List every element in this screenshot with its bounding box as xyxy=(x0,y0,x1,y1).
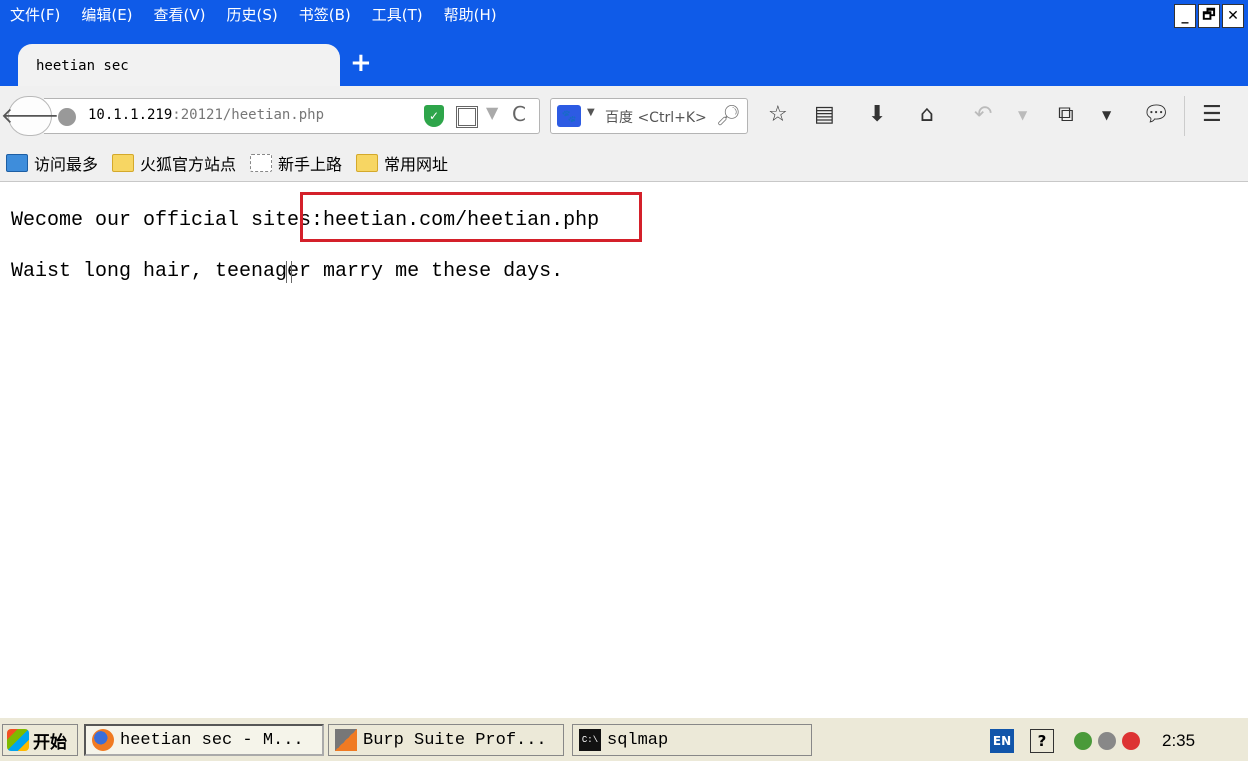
page-content: Wecome our official sites:heetian.com/he… xyxy=(0,183,1248,716)
bookmark-most-visited[interactable]: 访问最多 xyxy=(6,151,98,175)
security-icon[interactable] xyxy=(1098,732,1116,750)
search-engine-dropdown-icon[interactable]: ▼ xyxy=(587,107,595,118)
most-visited-icon xyxy=(6,153,28,172)
restore-button[interactable]: 🗗 xyxy=(1198,4,1220,28)
shield-icon[interactable]: ✓ xyxy=(424,105,444,127)
taskbar-item-sqlmap[interactable]: C:\ sqlmap xyxy=(572,724,812,756)
windows-logo-icon xyxy=(7,729,29,751)
annotation-highlight-box xyxy=(300,192,642,242)
undo-icon[interactable]: ↶ xyxy=(974,100,992,130)
firefox-icon xyxy=(92,729,114,751)
clock: 2:35 xyxy=(1162,731,1196,750)
search-bar[interactable]: 🐾 ▼ 百度 <Ctrl+K> 🔎︎ xyxy=(550,98,748,134)
folder-icon xyxy=(112,153,135,172)
url-bar[interactable]: 10.1.1.219:20121/heetian.php ✓ ▼ C xyxy=(44,98,540,134)
search-engine-name: 百度 xyxy=(605,110,633,126)
language-indicator[interactable]: EN xyxy=(990,729,1014,753)
shield-alert-icon[interactable] xyxy=(1122,732,1140,750)
system-tray: EN ? 2:35 xyxy=(986,724,1248,758)
baidu-paw-icon[interactable]: 🐾 xyxy=(557,105,581,127)
bookmark-label: 访问最多 xyxy=(34,154,99,174)
url-host: 10.1.1.219 xyxy=(88,107,173,123)
help-icon[interactable]: ? xyxy=(1030,729,1054,753)
taskbar-item-firefox[interactable]: heetian sec - M... xyxy=(84,724,324,756)
window-controls: _ 🗗 ✕ xyxy=(1174,4,1244,28)
bookmark-label: 火狐官方站点 xyxy=(140,154,237,174)
toolbar-divider xyxy=(1184,96,1185,136)
start-button[interactable]: 开始 xyxy=(2,724,78,756)
burp-icon xyxy=(335,729,357,751)
new-tab-button[interactable]: + xyxy=(350,50,372,76)
taskbar-item-burp[interactable]: Burp Suite Prof... xyxy=(328,724,564,756)
cmd-icon: C:\ xyxy=(579,729,601,751)
text-cursor-icon xyxy=(286,261,292,283)
downloads-icon[interactable]: ⬇ xyxy=(868,100,886,130)
url-path: :20121/heetian.php xyxy=(172,107,325,123)
bookmark-getting-started[interactable]: 新手上路 xyxy=(250,151,342,175)
network-icon[interactable] xyxy=(1074,732,1092,750)
chat-icon[interactable]: 💬︎ xyxy=(1142,100,1170,130)
start-label: 开始 xyxy=(33,732,67,753)
crop-dropdown-icon[interactable]: ▼ xyxy=(1102,100,1111,130)
menu-bookmarks[interactable]: 书签(B) xyxy=(299,4,351,25)
menu-file[interactable]: 文件(F) xyxy=(10,4,60,25)
search-shortcut-hint: <Ctrl+K> xyxy=(637,110,707,126)
screenshot-crop-icon[interactable]: ⧉ xyxy=(1058,100,1074,130)
menu-view[interactable]: 查看(V) xyxy=(154,4,206,25)
search-placeholder: 百度 <Ctrl+K> xyxy=(605,107,707,127)
bookmark-star-icon[interactable]: ☆ xyxy=(768,100,788,130)
menu-help[interactable]: 帮助(H) xyxy=(444,4,497,25)
page-icon xyxy=(250,153,273,172)
tab-heetian-sec[interactable]: heetian sec xyxy=(18,44,340,86)
folder-icon xyxy=(356,153,379,172)
browser-titlebar: 文件(F) 编辑(E) 查看(V) 历史(S) 书签(B) 工具(T) 帮助(H… xyxy=(0,0,1248,86)
reload-icon[interactable]: C xyxy=(512,102,526,126)
bookmark-common-sites[interactable]: 常用网址 xyxy=(356,151,448,175)
task-label: Burp Suite Prof... xyxy=(363,730,547,750)
url-text[interactable]: 10.1.1.219:20121/heetian.php xyxy=(88,107,324,123)
menu-history[interactable]: 历史(S) xyxy=(227,4,278,25)
bookmarks-bar: 访问最多 火狐官方站点 新手上路 常用网址 xyxy=(0,144,1248,182)
undo-dropdown-icon[interactable]: ▼ xyxy=(1018,100,1027,130)
bookmark-label: 新手上路 xyxy=(278,154,343,174)
close-button[interactable]: ✕ xyxy=(1222,4,1244,28)
globe-icon xyxy=(58,108,76,126)
search-icon[interactable]: 🔎︎ xyxy=(716,103,741,127)
url-dropdown-icon[interactable]: ▼ xyxy=(486,103,498,122)
hamburger-menu-icon[interactable]: ☰ xyxy=(1202,100,1222,130)
menu-tools[interactable]: 工具(T) xyxy=(372,4,423,25)
task-label: sqlmap xyxy=(607,730,669,750)
qr-code-icon[interactable] xyxy=(456,106,478,128)
bookmarks-menu-icon[interactable]: ▤ xyxy=(814,100,835,130)
tab-strip: heetian sec + xyxy=(0,36,1248,86)
menu-edit[interactable]: 编辑(E) xyxy=(81,4,132,25)
bookmark-label: 常用网址 xyxy=(384,154,449,174)
task-label: heetian sec - M... xyxy=(120,730,304,750)
menu-bar: 文件(F) 编辑(E) 查看(V) 历史(S) 书签(B) 工具(T) 帮助(H… xyxy=(0,0,518,28)
home-icon[interactable]: ⌂ xyxy=(920,100,934,130)
minimize-button[interactable]: _ xyxy=(1174,4,1196,28)
back-button[interactable]: 🡐 xyxy=(1,96,60,136)
bookmark-firefox-official[interactable]: 火狐官方站点 xyxy=(112,151,236,175)
taskbar: 开始 heetian sec - M... Burp Suite Prof...… xyxy=(0,716,1248,761)
